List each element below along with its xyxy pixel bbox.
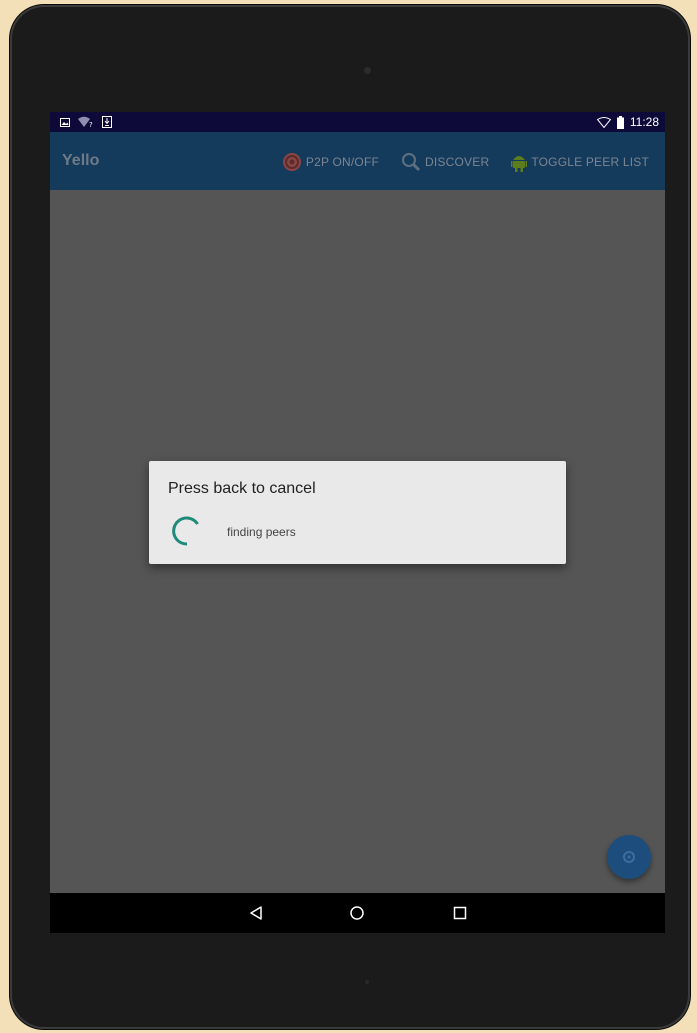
toggle-peer-list-button[interactable]: TOGGLE PEER LIST (511, 152, 649, 172)
floating-action-button[interactable] (607, 835, 651, 879)
wifi-direct-icon (623, 851, 635, 863)
status-left-icons: ? (60, 115, 112, 129)
recents-icon (453, 906, 467, 920)
dialog-title: Press back to cancel (168, 480, 316, 497)
p2p-toggle-label: P2P ON/OFF (305, 155, 380, 169)
navigation-bar (50, 893, 665, 933)
front-camera (364, 67, 371, 74)
toggle-peer-list-label: TOGGLE PEER LIST (531, 155, 649, 169)
search-icon (402, 153, 421, 172)
progress-dialog: Press back to cancel finding peers (149, 461, 566, 564)
discover-button[interactable]: DISCOVER (401, 152, 489, 172)
back-button[interactable] (246, 903, 266, 923)
home-icon (350, 906, 364, 920)
wifi-question-icon: ? (78, 116, 93, 128)
status-bar: ? 11:28 (50, 112, 665, 132)
android-icon (511, 156, 528, 172)
microphone-dot (365, 980, 369, 984)
download-icon (102, 116, 112, 128)
p2p-toggle-button[interactable]: P2P ON/OFF (282, 152, 379, 172)
back-icon (250, 906, 262, 920)
image-icon (60, 117, 70, 127)
app-title: Yello (62, 152, 100, 169)
status-right-icons: 11:28 (596, 114, 659, 130)
p2p-toggle-icon (282, 153, 301, 171)
home-button[interactable] (347, 903, 367, 923)
svg-text:?: ? (89, 121, 93, 128)
wifi-icon (596, 116, 611, 128)
dialog-message: finding peers (227, 525, 296, 539)
app-toolbar: Yello P2P ON/OFF DISCOVER TOGGLE PEER LI… (50, 132, 665, 190)
battery-icon (616, 115, 624, 129)
toolbar-actions: P2P ON/OFF DISCOVER TOGGLE PEER LIST (282, 152, 649, 172)
status-time: 11:28 (629, 115, 659, 129)
loading-spinner-icon (172, 516, 199, 546)
recents-button[interactable] (450, 903, 470, 923)
device-screen: ? 11:28 Yello P2P ON/OFF DISCOVER TOGGLE… (50, 112, 665, 933)
discover-label: DISCOVER (425, 155, 490, 169)
